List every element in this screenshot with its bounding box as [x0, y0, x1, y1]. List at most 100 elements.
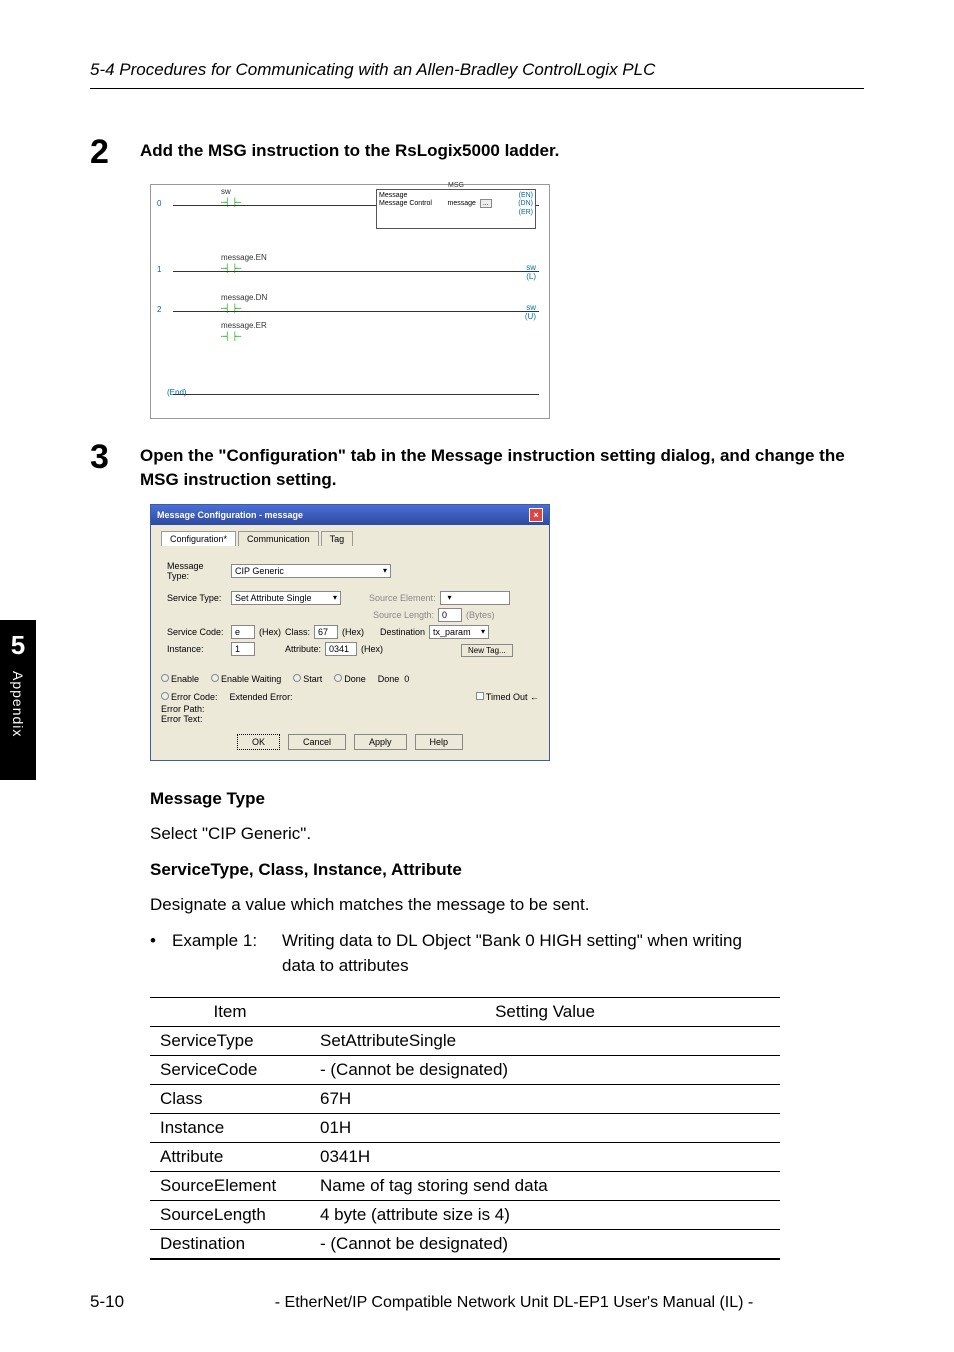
tab-configuration[interactable]: Configuration*: [161, 531, 236, 546]
settings-table: Item Setting Value ServiceTypeSetAttribu…: [150, 997, 780, 1260]
table-cell-value: 0341H: [310, 1142, 780, 1171]
start-radio: [293, 674, 301, 682]
apply-button[interactable]: Apply: [354, 734, 407, 750]
step-3-number: 3: [90, 438, 140, 477]
step-2: 2 Add the MSG instruction to the RsLogix…: [90, 139, 864, 172]
rung-2-coil: (U): [525, 312, 536, 321]
footer-title: - EtherNet/IP Compatible Network Unit DL…: [164, 1294, 864, 1312]
table-cell-item: Attribute: [150, 1142, 310, 1171]
attribute-input[interactable]: 0341: [325, 642, 357, 656]
enable-waiting-radio: [211, 674, 219, 682]
table-cell-value: Name of tag storing send data: [310, 1171, 780, 1200]
table-cell-value: 01H: [310, 1113, 780, 1142]
class-label: Class:: [285, 627, 310, 637]
rung-2-tag: message.DN: [221, 293, 267, 302]
timed-out-checkbox[interactable]: [476, 692, 484, 700]
table-row: ServiceTypeSetAttributeSingle: [150, 1026, 780, 1055]
table-row: Attribute0341H: [150, 1142, 780, 1171]
hex-label-3: (Hex): [361, 644, 383, 654]
message-config-dialog: Message Configuration - message × Config…: [150, 504, 550, 761]
example-1-bullet: • Example 1: Writing data to DL Object "…: [150, 928, 864, 954]
rung-end: (End): [167, 388, 187, 397]
table-cell-item: Instance: [150, 1113, 310, 1142]
ladder-figure: 0 sw ─┤ ├─ MSG Message Message Control m…: [150, 184, 864, 419]
rung-2-tag2: message.ER: [221, 321, 267, 330]
ok-button[interactable]: OK: [237, 734, 280, 750]
class-input[interactable]: 67: [314, 625, 338, 639]
start-label: Start: [303, 674, 322, 684]
tab-tag[interactable]: Tag: [321, 531, 354, 546]
attribute-label: Attribute:: [285, 644, 321, 654]
table-cell-value: 4 byte (attribute size is 4): [310, 1200, 780, 1229]
new-tag-button[interactable]: New Tag...: [461, 644, 513, 657]
msg-en: (EN): [518, 192, 533, 200]
msg-instruction-box: MSG Message Message Control message ... …: [376, 189, 536, 229]
msg-box-line2: Message Control: [379, 200, 432, 207]
service-type-label: Service Type:: [167, 593, 227, 603]
enable-waiting-label: Enable Waiting: [221, 674, 281, 684]
table-row: ServiceCode- (Cannot be designated): [150, 1055, 780, 1084]
tab-communication[interactable]: Communication: [238, 531, 319, 546]
page-footer: 5-10 - EtherNet/IP Compatible Network Un…: [90, 1292, 864, 1312]
extended-error-label: Extended Error:: [230, 692, 293, 702]
rung-2-num: 2: [157, 305, 161, 314]
example-1-text-cont: data to attributes: [282, 953, 864, 979]
hex-label-1: (Hex): [259, 627, 281, 637]
enable-label: Enable: [171, 674, 199, 684]
instance-input[interactable]: 1: [231, 642, 255, 656]
service-code-input[interactable]: e: [231, 625, 255, 639]
table-cell-value: - (Cannot be designated): [310, 1055, 780, 1084]
table-header-value: Setting Value: [310, 997, 780, 1026]
example-1-label: Example 1:: [172, 928, 282, 954]
table-row: SourceLength4 byte (attribute size is 4): [150, 1200, 780, 1229]
rung-2-coil-tag: sw: [525, 303, 536, 312]
table-row: Instance01H: [150, 1113, 780, 1142]
error-path-label: Error Path:: [161, 704, 539, 714]
step-3-text: Open the "Configuration" tab in the Mess…: [140, 444, 864, 492]
page-number: 5-10: [90, 1292, 124, 1312]
dialog-title: Message Configuration - message: [157, 510, 303, 520]
cancel-button[interactable]: Cancel: [288, 734, 346, 750]
done-value: 0: [404, 674, 409, 684]
source-length-input[interactable]: 0: [438, 608, 462, 622]
section-header: 5-4 Procedures for Communicating with an…: [90, 60, 864, 89]
rung-1-coil-tag: sw: [526, 263, 536, 272]
dialog-figure: Message Configuration - message × Config…: [150, 504, 864, 761]
service-type-text: Designate a value which matches the mess…: [150, 892, 864, 918]
msg-config-button[interactable]: ...: [480, 199, 492, 208]
message-type-text: Select "CIP Generic".: [150, 821, 864, 847]
rung-2-contact2: ─┤ ├─: [221, 332, 240, 341]
destination-select[interactable]: tx_param: [429, 625, 489, 639]
msg-er: (ER): [518, 209, 533, 217]
source-element-label: Source Element:: [369, 593, 436, 603]
message-type-heading: Message Type: [150, 786, 864, 812]
message-type-select[interactable]: CIP Generic: [231, 564, 391, 578]
msg-box-title: MSG: [377, 182, 535, 190]
rung-0-num: 0: [157, 199, 161, 208]
example-1-text: Writing data to DL Object "Bank 0 HIGH s…: [282, 928, 742, 954]
table-row: Class67H: [150, 1084, 780, 1113]
hex-label-2: (Hex): [342, 627, 364, 637]
table-header-item: Item: [150, 997, 310, 1026]
table-row: Destination- (Cannot be designated): [150, 1229, 780, 1259]
rung-1-tag: message.EN: [221, 253, 267, 262]
source-element-select[interactable]: [440, 591, 510, 605]
msg-dn: (DN): [518, 200, 533, 208]
done-radio: [334, 674, 342, 682]
close-icon[interactable]: ×: [529, 508, 543, 522]
service-type-select[interactable]: Set Attribute Single: [231, 591, 341, 605]
bytes-label: (Bytes): [466, 610, 495, 620]
rung-1-coil: (L): [526, 272, 536, 281]
help-button[interactable]: Help: [415, 734, 464, 750]
step-2-number: 2: [90, 133, 140, 172]
table-row: SourceElementName of tag storing send da…: [150, 1171, 780, 1200]
service-code-label: Service Code:: [167, 627, 227, 637]
destination-label: Destination: [380, 627, 425, 637]
timed-out-label: Timed Out: [486, 692, 528, 702]
step-2-text: Add the MSG instruction to the RsLogix50…: [140, 139, 864, 163]
error-text-label: Error Text:: [161, 714, 539, 724]
service-type-heading: ServiceType, Class, Instance, Attribute: [150, 857, 864, 883]
done-text: Done: [378, 674, 400, 684]
table-cell-item: SourceElement: [150, 1171, 310, 1200]
table-cell-value: SetAttributeSingle: [310, 1026, 780, 1055]
